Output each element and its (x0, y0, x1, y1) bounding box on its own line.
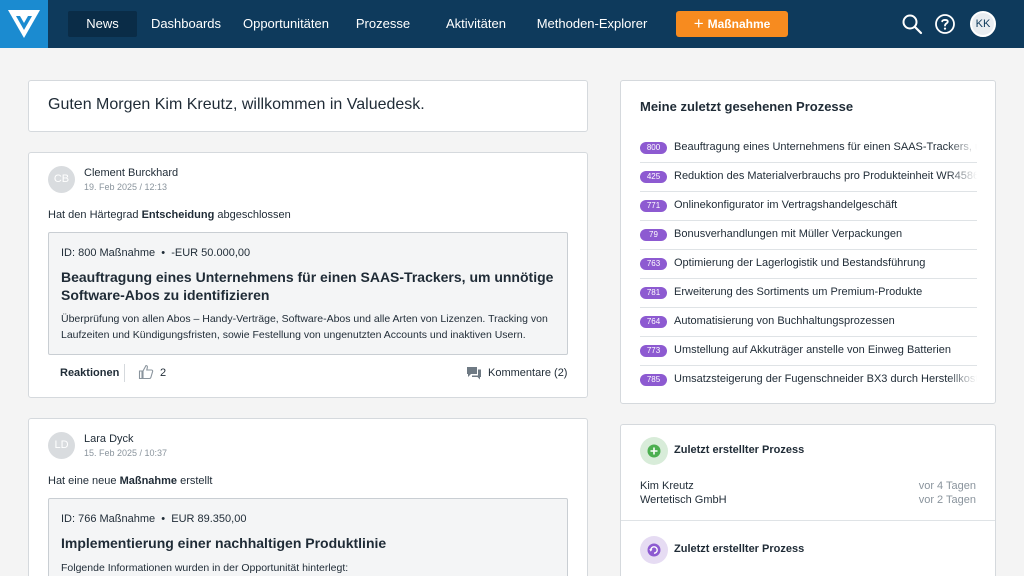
feed-action-highlight: Entscheidung (141, 209, 215, 221)
process-id-badge: 771 (640, 200, 667, 212)
reactions-button[interactable]: Reaktionen (60, 367, 119, 379)
process-id-badge: 785 (640, 374, 667, 386)
process-id-badge: 79 (640, 229, 667, 241)
process-row[interactable]: 785 Umsatzsteigerung der Fugenschneider … (640, 366, 977, 395)
welcome-card: Guten Morgen Kim Kreutz, willkommen in V… (28, 80, 588, 132)
user-avatar[interactable]: KK (970, 11, 996, 37)
feed-action-highlight: Maßnahme (119, 475, 178, 487)
created-time: vor 2 Tagen (918, 494, 976, 506)
process-name[interactable]: Onlinekonfigurator im Vertragshandelgesc… (674, 199, 897, 211)
process-row[interactable]: 763 Optimierung der Lagerlogistik und Be… (640, 250, 977, 279)
recent-processes-card: Meine zuletzt gesehenen Prozesse 800 Bea… (620, 80, 996, 404)
feed-action: Hat eine neue Maßnahme erstellt (48, 475, 213, 487)
nav-methoden-explorer[interactable]: Methoden-Explorer (536, 11, 648, 37)
process-id-badge: 800 (640, 142, 667, 154)
comments-button[interactable]: Kommentare (2) (488, 367, 567, 379)
feed-item: CB Clement Burckhard 19. Feb 2025 / 12:1… (28, 152, 588, 398)
feed-author[interactable]: Clement Burckhard (84, 167, 178, 179)
process-name[interactable]: Umstellung auf Akkuträger anstelle von E… (674, 344, 951, 356)
last-created-title: Zuletzt erstellter Prozess (674, 444, 805, 456)
nav-dashboards[interactable]: Dashboards (148, 11, 224, 37)
add-massnahme-button[interactable]: + Maßnahme (676, 11, 788, 37)
feed-date: 19. Feb 2025 / 12:13 (84, 182, 168, 192)
process-name[interactable]: Erweiterung des Sortiments um Premium-Pr… (674, 286, 922, 298)
measure-description: Folgende Informationen wurden in der Opp… (61, 562, 349, 574)
recent-processes-title: Meine zuletzt gesehenen Prozesse (640, 99, 854, 114)
reaction-divider (124, 364, 125, 382)
feed-avatar[interactable]: CB (48, 166, 75, 193)
nav-news[interactable]: News (68, 11, 137, 37)
plus-icon: + (693, 14, 704, 33)
welcome-message: Guten Morgen Kim Kreutz, willkommen in V… (48, 96, 425, 113)
measure-description: Überprüfung von allen Abos – Handy-Vertr… (61, 313, 548, 341)
process-row[interactable]: 771 Onlinekonfigurator im Vertragshandel… (640, 192, 977, 221)
process-name[interactable]: Umsatzsteigerung der Fugenschneider BX3 … (674, 373, 977, 385)
created-time: vor 4 Tagen (918, 480, 976, 492)
process-id-badge: 425 (640, 171, 667, 183)
like-count: 2 (160, 367, 167, 379)
last-created-title: Zuletzt erstellter Prozess (674, 543, 805, 555)
process-row[interactable]: 800 Beauftragung eines Unternehmens für … (640, 134, 977, 163)
help-icon[interactable] (934, 13, 956, 35)
process-name[interactable]: Bonusverhandlungen mit Müller Verpackung… (674, 228, 902, 240)
process-name[interactable]: Beauftragung eines Unternehmens für eine… (674, 141, 977, 153)
plus-circle-icon (640, 437, 668, 465)
process-row[interactable]: 79 Bonusverhandlungen mit Müller Verpack… (640, 221, 977, 250)
last-created-card: Zuletzt erstellter Prozess Kim Kreutz vo… (620, 424, 996, 576)
measure-card[interactable]: ID: 766 Maßnahme • EUR 89.350,00 Impleme… (48, 498, 568, 576)
process-id-badge: 763 (640, 258, 667, 270)
reaction-bar: Reaktionen 2 Kommentare (2) (48, 361, 568, 385)
top-navigation: News Dashboards Opportunitäten Prozesse … (0, 0, 1024, 48)
process-name[interactable]: Optimierung der Lagerlogistik und Bestan… (674, 257, 925, 269)
feed-action: Hat den Härtegrad Entscheidung abgeschlo… (48, 209, 291, 221)
process-row[interactable]: 781 Erweiterung des Sortiments um Premiu… (640, 279, 977, 308)
search-icon[interactable] (901, 13, 923, 35)
logo-v-icon (8, 10, 40, 38)
section-divider (621, 520, 995, 521)
created-by: Kim Kreutz (640, 480, 694, 492)
text-fade (947, 134, 977, 162)
thumbs-up-icon[interactable] (138, 364, 154, 380)
measure-card[interactable]: ID: 800 Maßnahme • -EUR 50.000,00 Beauft… (48, 232, 568, 355)
measure-title[interactable]: Beauftragung eines Unternehmens für eine… (61, 268, 557, 304)
process-id-badge: 781 (640, 287, 667, 299)
text-fade (947, 366, 977, 394)
feed-author[interactable]: Lara Dyck (84, 433, 134, 445)
process-row[interactable]: 425 Reduktion des Materialverbrauchs pro… (640, 163, 977, 192)
measure-meta: ID: 800 Maßnahme • -EUR 50.000,00 (61, 247, 251, 259)
text-fade (947, 163, 977, 191)
nav-aktivitaeten[interactable]: Aktivitäten (440, 11, 512, 37)
process-id-badge: 764 (640, 316, 667, 328)
nav-prozesse[interactable]: Prozesse (352, 11, 414, 37)
process-row[interactable]: 773 Umstellung auf Akkuträger anstelle v… (640, 337, 977, 366)
nav-opportunitaeten[interactable]: Opportunitäten (240, 11, 332, 37)
measure-title[interactable]: Implementierung einer nachhaltigen Produ… (61, 534, 557, 552)
process-name[interactable]: Automatisierung von Buchhaltungsprozesse… (674, 315, 895, 327)
created-company: Wertetisch GmbH (640, 494, 727, 506)
feed-item: LD Lara Dyck 15. Feb 2025 / 10:37 Hat ei… (28, 418, 588, 576)
add-massnahme-label: Maßnahme (707, 17, 771, 31)
refresh-circle-icon (640, 536, 668, 564)
measure-meta: ID: 766 Maßnahme • EUR 89.350,00 (61, 513, 247, 525)
process-name[interactable]: Reduktion des Materialverbrauchs pro Pro… (674, 170, 977, 182)
valuedesk-logo[interactable] (0, 0, 48, 48)
feed-date: 15. Feb 2025 / 10:37 (84, 448, 168, 458)
feed-avatar[interactable]: LD (48, 432, 75, 459)
process-id-badge: 773 (640, 345, 667, 357)
comment-icon[interactable] (466, 365, 482, 381)
process-row[interactable]: 764 Automatisierung von Buchhaltungsproz… (640, 308, 977, 337)
